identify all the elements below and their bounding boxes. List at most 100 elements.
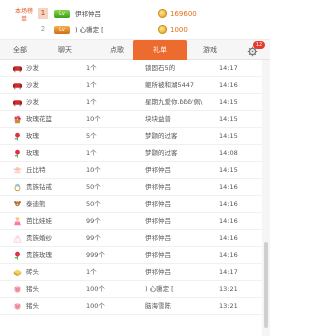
gift-name: 玫瑰	[26, 149, 39, 157]
gift-quantity: 50个	[86, 200, 101, 208]
gift-sender[interactable]: 梦颢的过客	[145, 128, 178, 145]
gift-name: 沙发	[26, 98, 39, 106]
teddy-bear-icon	[13, 200, 22, 209]
gift-ranking-header: 本场榜单 1 Lv 伊祁仲吕 169600 2 Lv ) 心隳定 [ 1000	[0, 0, 270, 40]
gift-sender[interactable]: 锁固石5的	[145, 60, 175, 77]
brick-icon	[13, 268, 22, 277]
gift-sender[interactable]: 梦颢的过客	[145, 145, 178, 162]
gift-list-row[interactable]: 猪头 100个) 心隳定 [13:21	[0, 281, 262, 298]
gift-quantity: 99个	[86, 217, 101, 225]
gift-quantity: 999个	[86, 251, 105, 259]
gift-time: 14:16	[219, 234, 238, 242]
gift-list-row[interactable]: 芭比娃娃 99个 伊祁仲吕 14:16	[0, 213, 262, 230]
gift-sender[interactable]: 伊祁仲吕	[145, 213, 171, 230]
gift-list-row[interactable]: 丘比特 10个 伊祁仲吕 14:15	[0, 162, 262, 179]
gift-quantity: 100个	[86, 302, 105, 310]
gift-sender[interactable]: 躯所被和湖5447	[145, 77, 194, 94]
gift-name: 玫瑰	[26, 132, 39, 140]
gift-name: 猪头	[26, 285, 39, 293]
gift-sender[interactable]: 伊祁仲吕	[145, 179, 171, 196]
gift-name: 沙发	[26, 64, 39, 72]
flower-basket-icon	[13, 115, 22, 124]
gift-name: 贵族钻戒	[26, 183, 52, 191]
settings-icon[interactable]	[247, 46, 258, 57]
gift-time: 14:16	[219, 217, 238, 225]
gift-list-row[interactable]: 砖头 1个 伊祁仲吕 14:17	[0, 264, 262, 281]
ring-icon	[13, 183, 22, 192]
gift-list-row[interactable]: 沙发 1个 躯所被和湖5447 14:16	[0, 77, 262, 94]
tab-games[interactable]: 游戏	[190, 40, 230, 60]
gift-quantity: 50个	[86, 183, 101, 191]
rank-number: 2	[40, 25, 46, 33]
ranking-score: 1000	[170, 26, 188, 34]
coin-icon	[158, 9, 167, 18]
gift-name: 猪头	[26, 302, 39, 310]
gift-list-row[interactable]: 泰迪熊 50个 伊祁仲吕 14:16	[0, 196, 262, 213]
gift-time: 14:17	[219, 64, 238, 72]
ranking-username[interactable]: 伊祁仲吕	[75, 9, 101, 19]
gift-name: 玫瑰花篮	[26, 115, 52, 123]
tab-gift-list[interactable]: 礼单	[133, 40, 187, 60]
gift-time: 14:15	[219, 132, 238, 140]
gift-quantity: 10个	[86, 166, 101, 174]
gift-list-row[interactable]: 猪头 100个 脑海雪陈 13:21	[0, 298, 262, 315]
gift-list-row[interactable]: 贵族钻戒 50个 伊祁仲吕 14:16	[0, 179, 262, 196]
gift-quantity: 1个	[86, 81, 97, 89]
gift-quantity: 100个	[86, 285, 105, 293]
rose-icon	[13, 251, 22, 260]
room-tabs: 全部 聊天 点歌 礼单 游戏	[0, 40, 270, 60]
gift-list-row[interactable]: 沙发 1个 星期九爱你.ɓɓɓ'佩\ 14:15	[0, 94, 262, 111]
coin-icon	[158, 25, 167, 34]
gift-sender[interactable]: 伊祁仲吕	[145, 196, 171, 213]
gift-quantity: 1个	[86, 149, 97, 157]
user-level-badge: Lv	[54, 10, 70, 18]
ranking-row-2[interactable]: 2 Lv ) 心隳定 [ 1000	[36, 24, 270, 37]
gift-list-row[interactable]: 贵族婚纱 99个 伊祁仲吕 14:16	[0, 230, 262, 247]
ranking-row-1[interactable]: 1 Lv 伊祁仲吕 169600	[36, 8, 270, 21]
gift-sender[interactable]: 块块益普	[145, 111, 171, 128]
gift-time: 14:16	[219, 200, 238, 208]
rose-icon	[13, 149, 22, 158]
gift-time: 14:15	[219, 166, 238, 174]
gift-time: 13:21	[219, 302, 238, 310]
wedding-dress-icon	[13, 234, 22, 243]
rank-number: 1	[38, 8, 48, 19]
ranking-username[interactable]: ) 心隳定 [	[75, 25, 104, 35]
gift-quantity: 5个	[86, 132, 97, 140]
tab-all[interactable]: 全部	[0, 40, 40, 60]
gift-list-row[interactable]: 沙发 1个 锁固石5的 14:17	[0, 60, 262, 77]
gift-quantity: 1个	[86, 268, 97, 276]
gift-name: 丘比特	[26, 166, 46, 174]
gift-time: 14:16	[219, 183, 238, 191]
user-level-badge: Lv	[54, 26, 70, 34]
gift-name: 砖头	[26, 268, 39, 276]
ranking-score: 169600	[170, 10, 197, 18]
gift-name: 芭比娃娃	[26, 217, 52, 225]
gift-list-row[interactable]: 贵族玫瑰 999个 伊祁仲吕 14:16	[0, 247, 262, 264]
gift-sender[interactable]: ) 心隳定 [	[145, 281, 174, 298]
gift-name: 贵族玫瑰	[26, 251, 52, 259]
gift-list[interactable]: 沙发 1个 锁固石5的 14:17 沙发 1个 躯所被和湖5447 14:16 沙发 1个 星期九爱…	[0, 60, 262, 336]
sofa-icon	[13, 98, 22, 107]
gift-sender[interactable]: 星期九爱你.ɓɓɓ'佩\	[145, 94, 202, 111]
gift-name: 泰迪熊	[26, 200, 46, 208]
gift-time: 14:15	[219, 115, 238, 123]
gift-time: 14:16	[219, 81, 238, 89]
gift-sender[interactable]: 伊祁仲吕	[145, 162, 171, 179]
gift-list-row[interactable]: 玫瑰 1个 梦颢的过客 14:08	[0, 145, 262, 162]
gift-time: 14:17	[219, 268, 238, 276]
scrollbar[interactable]	[262, 60, 270, 336]
scrollbar-thumb[interactable]	[264, 242, 268, 328]
gift-quantity: 1个	[86, 64, 97, 72]
gift-sender[interactable]: 伊祁仲吕	[145, 230, 171, 247]
sofa-icon	[13, 81, 22, 90]
gift-list-row[interactable]: 玫瑰花篮 10个 块块益普 14:15	[0, 111, 262, 128]
gift-quantity: 99个	[86, 234, 101, 242]
gift-sender[interactable]: 伊祁仲吕	[145, 247, 171, 264]
gift-time: 14:15	[219, 98, 238, 106]
gift-sender[interactable]: 脑海雪陈	[145, 298, 171, 315]
gift-time: 14:16	[219, 251, 238, 259]
gift-list-row[interactable]: 玫瑰 5个 梦颢的过客 14:15	[0, 128, 262, 145]
tab-chat[interactable]: 聊天	[45, 40, 85, 60]
gift-sender[interactable]: 伊祁仲吕	[145, 264, 171, 281]
